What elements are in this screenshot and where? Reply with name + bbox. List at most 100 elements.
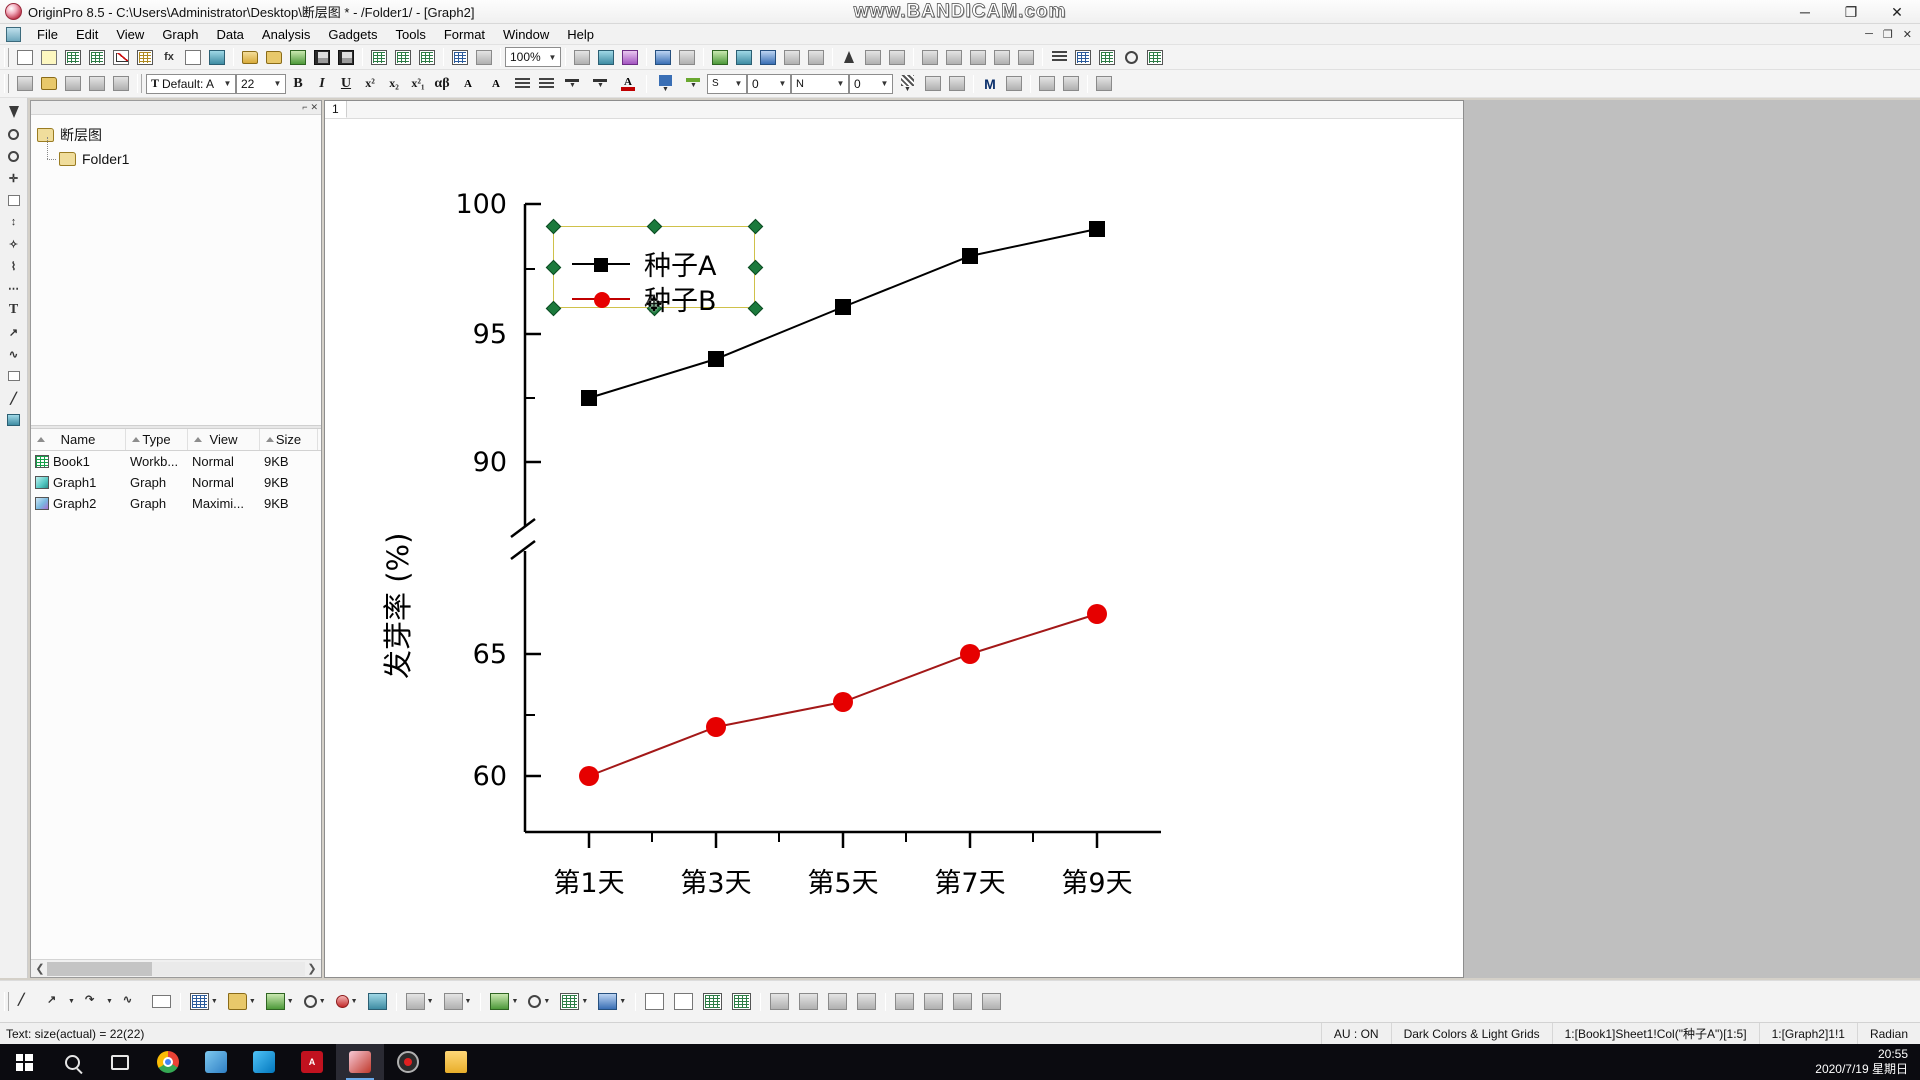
toolbar-grip[interactable] — [137, 74, 142, 93]
layer1-button[interactable]: ▼ — [403, 989, 437, 1015]
origin-app-button[interactable] — [336, 1044, 384, 1080]
chevron-down-icon[interactable]: ▼ — [833, 75, 848, 93]
doc-restore-button[interactable]: ❐ — [1879, 28, 1897, 41]
open-project-button[interactable] — [239, 47, 261, 68]
screen-tool[interactable] — [3, 410, 25, 430]
curve-tool[interactable]: ∿ — [3, 344, 25, 364]
menu-tools[interactable]: Tools — [387, 25, 435, 44]
curve-arrow-button[interactable]: ↷ ▼ — [82, 989, 116, 1015]
stack-button[interactable] — [979, 989, 1004, 1015]
chart-button[interactable]: ▼ — [595, 989, 629, 1015]
subscript-button[interactable]: x₂ — [383, 73, 405, 94]
merge-graph-button[interactable] — [805, 47, 827, 68]
chevron-down-icon[interactable]: ▼ — [775, 75, 790, 93]
grid1-button[interactable] — [700, 989, 725, 1015]
run-script-button[interactable] — [473, 47, 495, 68]
mask-button[interactable] — [62, 73, 84, 94]
chevron-down-icon[interactable]: ▼ — [877, 75, 892, 93]
chevron-down-icon[interactable]: ▼ — [249, 998, 256, 1005]
extract-layers-button[interactable] — [862, 47, 884, 68]
status-angular-unit[interactable]: Radian — [1856, 1022, 1920, 1045]
chevron-down-icon[interactable]: ▼ — [569, 82, 576, 89]
chevron-down-icon[interactable]: ▼ — [511, 998, 518, 1005]
column-header-type[interactable]: Type — [126, 429, 188, 450]
chevron-down-icon[interactable]: ▼ — [68, 998, 75, 1005]
new-notes-button[interactable] — [206, 47, 228, 68]
chevron-down-icon[interactable]: ▼ — [319, 998, 326, 1005]
table-row[interactable]: Graph1 Graph Normal 9KB — [31, 472, 321, 493]
pattern-fill-button[interactable]: ▼ — [894, 73, 920, 94]
polygon-button[interactable]: ▼ — [187, 989, 221, 1015]
status-data-source[interactable]: 1:[Book1]Sheet1!Col("种子A")[1:5] — [1551, 1022, 1759, 1045]
new-folder-button[interactable] — [38, 47, 60, 68]
fill-color-button[interactable] — [38, 73, 60, 94]
layer2-button[interactable]: ▼ — [441, 989, 475, 1015]
pattern-tool-button[interactable] — [922, 73, 944, 94]
split-button[interactable] — [1003, 73, 1025, 94]
settings-button[interactable]: ▼ — [301, 989, 329, 1015]
clock-button[interactable] — [1120, 47, 1142, 68]
supsub-button[interactable]: x²₁ — [407, 73, 429, 94]
close-button[interactable]: ✕ — [1874, 0, 1920, 24]
explorer-close-button[interactable]: ✕ — [310, 103, 318, 112]
menu-edit[interactable]: Edit — [67, 25, 107, 44]
line-color-picker-button[interactable]: ▼ — [680, 73, 706, 94]
chevron-down-icon[interactable]: ▼ — [543, 998, 550, 1005]
font-size-combo[interactable]: 22 ▼ — [236, 73, 286, 94]
italic-button[interactable]: I — [311, 73, 333, 94]
task-view-button[interactable] — [96, 1044, 144, 1080]
status-theme[interactable]: Dark Colors & Light Grids — [1390, 1022, 1552, 1045]
chevron-down-icon[interactable]: ▼ — [106, 998, 113, 1005]
chevron-down-icon[interactable]: ▼ — [581, 998, 588, 1005]
lock-layer-button[interactable] — [1093, 73, 1115, 94]
explorer-pin-button[interactable]: ⌐ — [302, 103, 307, 112]
paste-page-button[interactable] — [671, 989, 696, 1015]
rectangle-tool[interactable] — [3, 366, 25, 386]
doc-close-button[interactable]: ✕ — [1899, 28, 1916, 41]
align-center-button[interactable] — [1072, 47, 1094, 68]
bold-button[interactable]: B — [287, 73, 309, 94]
arrange-layers-button[interactable] — [943, 47, 965, 68]
zoom-tool[interactable] — [3, 124, 25, 144]
greek-button[interactable]: αβ — [431, 73, 453, 94]
size1-button[interactable] — [825, 989, 850, 1015]
new-workbook-button[interactable] — [62, 47, 84, 68]
region-button[interactable]: ▼ — [225, 989, 259, 1015]
box-button[interactable] — [950, 989, 975, 1015]
layer-contents-button[interactable] — [595, 47, 617, 68]
move-tool[interactable]: ✛ — [3, 168, 25, 188]
export-button[interactable] — [892, 989, 917, 1015]
scale-tool[interactable]: ↕ — [3, 212, 25, 232]
link-axes-button[interactable] — [1015, 47, 1037, 68]
menu-analysis[interactable]: Analysis — [253, 25, 319, 44]
import-wizard-button[interactable] — [287, 47, 309, 68]
status-auto-update[interactable]: AU : ON — [1320, 1022, 1391, 1045]
wand-tool[interactable]: ✧ — [3, 234, 25, 254]
align1-button[interactable] — [767, 989, 792, 1015]
new-project-button[interactable] — [14, 47, 36, 68]
layer-tab-1[interactable]: 1 — [325, 101, 347, 118]
save-template-button[interactable] — [335, 47, 357, 68]
pattern-tool2-button[interactable] — [946, 73, 968, 94]
acrobat-app-button[interactable]: A — [288, 1044, 336, 1080]
scroll-left-icon[interactable]: ❮ — [33, 962, 47, 975]
toolbar-grip[interactable] — [4, 992, 9, 1011]
chevron-down-icon[interactable]: ▼ — [619, 998, 626, 1005]
menu-format[interactable]: Format — [435, 25, 494, 44]
pointer-tool-button[interactable] — [14, 73, 36, 94]
doc-minimize-button[interactable]: ─ — [1861, 28, 1877, 41]
align-left-button[interactable] — [1048, 47, 1070, 68]
explorer-horizontal-scrollbar[interactable]: ❮ ❯ — [31, 959, 321, 977]
bandicam-app-button[interactable] — [384, 1044, 432, 1080]
plot-setup-button[interactable] — [619, 47, 641, 68]
menu-view[interactable]: View — [107, 25, 153, 44]
toolbar-grip[interactable] — [4, 47, 9, 67]
increase-font-button[interactable]: A — [455, 73, 481, 94]
zoom-out-tool[interactable] — [3, 146, 25, 166]
menu-gadgets[interactable]: Gadgets — [319, 25, 386, 44]
align-text2-button[interactable] — [535, 73, 557, 94]
scroll-right-icon[interactable]: ❯ — [305, 962, 319, 975]
pointer-select-button[interactable] — [838, 47, 860, 68]
line-width-combo[interactable]: 0 ▼ — [747, 73, 791, 94]
line-style-combo[interactable]: S ▼ — [707, 73, 747, 94]
